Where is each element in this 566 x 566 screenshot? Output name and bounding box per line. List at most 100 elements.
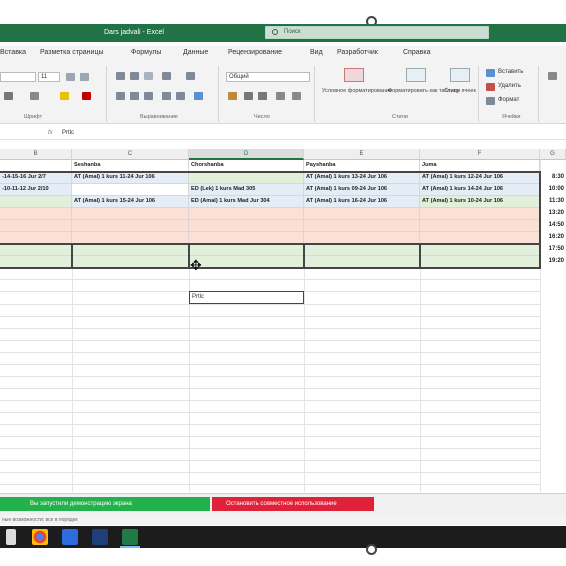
indent-decrease-icon[interactable]: [162, 92, 171, 100]
schedule-cell[interactable]: [420, 208, 540, 220]
schedule-cell[interactable]: AT (Amal) 1 kurs 11-24 Jur 106: [72, 172, 189, 184]
decrease-font-icon[interactable]: [80, 73, 89, 81]
fx-icon[interactable]: fx: [48, 130, 53, 136]
align-middle-icon[interactable]: [130, 72, 139, 80]
font-color-icon[interactable]: [82, 92, 91, 100]
format-as-table-label[interactable]: Форматировать как таблицу: [388, 88, 460, 95]
schedule-cell[interactable]: AT (Amal) 1 kurs 12-24 Jur 106: [420, 172, 540, 184]
delete-cells-label[interactable]: Удалить: [498, 83, 521, 89]
excel-icon[interactable]: [122, 529, 138, 545]
tab-page-layout[interactable]: Разметка страницы: [40, 49, 104, 56]
schedule-cell[interactable]: [72, 184, 189, 196]
align-bottom-icon[interactable]: [144, 72, 153, 80]
schedule-cell[interactable]: AT (Amal) 1 kurs 14-24 Jur 106: [420, 184, 540, 196]
tab-data[interactable]: Данные: [183, 49, 208, 56]
search-box[interactable]: Поиск: [265, 26, 489, 39]
align-center-icon[interactable]: [130, 92, 139, 100]
increase-font-icon[interactable]: [66, 73, 75, 81]
schedule-cell[interactable]: AT (Amal) 1 kurs 09-24 Jur 106: [304, 184, 420, 196]
column-header-b[interactable]: B: [0, 149, 72, 160]
indent-increase-icon[interactable]: [176, 92, 185, 100]
schedule-cell[interactable]: [72, 220, 189, 232]
align-left-icon[interactable]: [116, 92, 125, 100]
chrome-icon[interactable]: [32, 529, 48, 545]
resize-handle-bottom[interactable]: [366, 544, 377, 555]
active-cell[interactable]: Prtlc: [189, 291, 304, 304]
schedule-cell[interactable]: [420, 220, 540, 232]
cell-styles-icon[interactable]: [450, 68, 470, 82]
table-border: [0, 243, 540, 245]
font-name-dropdown[interactable]: [0, 72, 36, 82]
formula-bar-value[interactable]: Prtlc: [62, 130, 74, 136]
schedule-cell[interactable]: [0, 244, 72, 256]
tab-view[interactable]: Вид: [310, 49, 323, 56]
schedule-cell[interactable]: [304, 220, 420, 232]
fill-color-icon[interactable]: [60, 92, 69, 100]
tab-formulas[interactable]: Формулы: [131, 49, 161, 56]
schedule-cell[interactable]: -10-11-12 Jur 2/10: [0, 184, 72, 196]
schedule-cell[interactable]: [189, 208, 304, 220]
schedule-cell[interactable]: AT (Amal) 1 kurs 16-24 Jur 106: [304, 196, 420, 208]
format-cells-icon[interactable]: [486, 97, 495, 105]
insert-cells-icon[interactable]: [486, 69, 495, 77]
ribbon-separator: [478, 66, 479, 122]
gridline: [0, 328, 540, 329]
schedule-cell[interactable]: [304, 244, 420, 256]
schedule-cell[interactable]: ED (Amal) 1 kurs Mad Jur 304: [189, 196, 304, 208]
schedule-cell[interactable]: ED (Lek) 1 kurs Mad 305: [189, 184, 304, 196]
underline-icon[interactable]: [4, 92, 13, 100]
orientation-icon[interactable]: [162, 72, 171, 80]
schedule-cell[interactable]: [189, 244, 304, 256]
remote-desktop-icon[interactable]: [92, 529, 108, 545]
column-header-c[interactable]: C: [72, 149, 189, 160]
tab-help[interactable]: Справка: [403, 49, 430, 56]
schedule-cell[interactable]: AT (Amal) 1 kurs 10-24 Jur 106: [420, 196, 540, 208]
column-header-f[interactable]: F: [420, 149, 540, 160]
schedule-cell[interactable]: -14-15-16 Jur 2/7: [0, 172, 72, 184]
increase-decimal-icon[interactable]: [276, 92, 285, 100]
column-header-g[interactable]: G: [540, 149, 566, 160]
comma-style-icon[interactable]: [258, 92, 267, 100]
schedule-cell[interactable]: [72, 208, 189, 220]
align-right-icon[interactable]: [144, 92, 153, 100]
font-size-dropdown[interactable]: 11: [38, 72, 60, 82]
align-top-icon[interactable]: [116, 72, 125, 80]
schedule-cell[interactable]: [189, 220, 304, 232]
wrap-text-icon[interactable]: [186, 72, 195, 80]
delete-cells-icon[interactable]: [486, 83, 495, 91]
schedule-cell[interactable]: AT (Amal) 1 kurs 15-24 Jur 106: [72, 196, 189, 208]
schedule-cell[interactable]: [72, 244, 189, 256]
schedule-cell[interactable]: [0, 208, 72, 220]
conditional-formatting-icon[interactable]: [344, 68, 364, 82]
currency-icon[interactable]: [228, 92, 237, 100]
tab-review[interactable]: Рецензирование: [228, 49, 282, 56]
file-icon[interactable]: [6, 529, 16, 545]
stop-sharing-button[interactable]: Остановить совместное использование: [212, 497, 374, 511]
format-cells-label[interactable]: Формат: [498, 97, 519, 103]
cell-styles-label[interactable]: Стили ячеек: [444, 88, 476, 95]
formula-bar[interactable]: fx Prtlc: [0, 127, 566, 140]
decrease-decimal-icon[interactable]: [292, 92, 301, 100]
sum-icon[interactable]: [548, 72, 557, 80]
zoom-icon[interactable]: [62, 529, 78, 545]
borders-icon[interactable]: [30, 92, 39, 100]
stop-sharing-text: Остановить совместное использование: [226, 501, 337, 507]
column-header-d[interactable]: D: [189, 149, 304, 160]
column-header-e[interactable]: E: [304, 149, 420, 160]
merge-cells-icon[interactable]: [194, 92, 203, 100]
schedule-cell[interactable]: [304, 208, 420, 220]
conditional-formatting-label[interactable]: Условное форматирование: [322, 88, 392, 95]
schedule-cell[interactable]: [0, 220, 72, 232]
format-as-table-icon[interactable]: [406, 68, 426, 82]
insert-cells-label[interactable]: Вставить: [498, 69, 523, 75]
tab-insert[interactable]: Вставка: [0, 49, 26, 56]
schedule-cell[interactable]: [0, 196, 72, 208]
schedule-cell[interactable]: [420, 244, 540, 256]
percent-icon[interactable]: [244, 92, 253, 100]
schedule-cell[interactable]: AT (Amal) 1 kurs 13-24 Jur 106: [304, 172, 420, 184]
gridline: [0, 472, 540, 473]
schedule-cell[interactable]: [189, 172, 304, 184]
number-format-dropdown[interactable]: Общий: [226, 72, 310, 82]
tab-developer[interactable]: Разработчик: [337, 49, 378, 56]
group-label-cells: Ячейки: [502, 114, 521, 120]
